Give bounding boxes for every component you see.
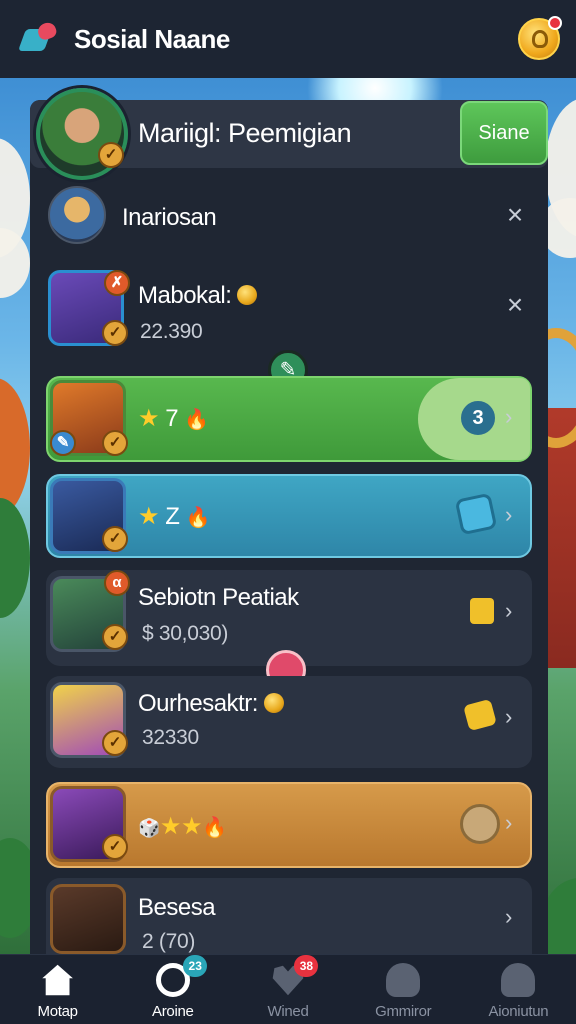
star-rating: ★ Z 🔥 [138,503,211,530]
flame-icon: 🔥 [201,817,227,839]
friend-name: Inariosan [122,204,217,231]
nav-item-wined[interactable]: 38 Wined [230,955,345,1024]
ticket-icon[interactable] [470,598,494,624]
dice-icon: 🎲 [138,818,160,838]
hint-coin-button[interactable] [518,16,562,60]
chevron-right-icon[interactable]: › [505,810,512,836]
app-title: Sosial Naane [74,23,230,54]
profile-name: Mariigl: Peemigian [138,118,352,148]
notification-dot [548,16,562,30]
level-badge-icon: ✓ [102,730,128,756]
profile-icon [501,963,536,997]
nav-label: Aioniutun [488,1003,549,1020]
star-icon: ★ [138,405,160,432]
home-icon [42,964,73,996]
star-rating: ★ 7 🔥 [138,405,209,432]
friend-score: $ 30,030) [142,622,229,645]
coin-icon [263,693,284,713]
nav-item-home[interactable]: Motap [0,955,115,1024]
close-icon[interactable]: × [500,200,530,230]
level-badge-icon: ✓ [102,320,128,346]
rank-badge-icon: α [104,570,130,596]
friend-score: 32330 [142,726,199,749]
chevron-right-icon[interactable]: › [505,904,512,930]
scissors-icon[interactable] [460,804,500,844]
top-bar: Sosial Naane [0,0,576,78]
chevron-right-icon[interactable]: › [505,704,512,730]
level-badge-icon: ✓ [102,430,128,456]
flame-icon: 🔥 [184,409,209,431]
bag-icon [386,963,421,997]
friend-score: 2 (70) [142,930,196,953]
notification-badge: 23 [183,955,208,977]
avatar[interactable] [48,186,106,244]
nav-label: Motap [37,1003,79,1020]
edit-small-icon: ✎ [50,430,76,456]
nav-item-gmmiror[interactable]: Gmmiror [346,955,461,1024]
level-badge-icon: ✓ [102,526,128,552]
star-rating: 🎲★★🔥 [138,812,227,841]
level-badge-icon: ✓ [102,624,128,650]
coin-icon [237,285,258,305]
level-badge-icon: ✓ [102,834,128,860]
badge-3-icon[interactable]: 3 [458,398,498,438]
friend-name: Ourhesaktr: [138,690,284,718]
chevron-right-icon[interactable]: › [505,598,512,624]
nav-label: Aroine [152,1003,194,1020]
star-icon: ★ [138,503,160,530]
star-icon: ★★ [159,813,203,840]
tiles-icon[interactable] [454,492,498,536]
app-logo-icon [17,19,60,59]
nav-label: Wined [267,1003,309,1020]
friend-name: Sebiotn Peatiak [138,584,299,611]
chevron-right-icon[interactable]: › [505,404,512,430]
avatar[interactable] [50,884,126,954]
nav-label: Gmmiror [375,1003,432,1020]
share-button[interactable]: Siane [460,101,548,165]
notification-badge: 38 [294,955,319,977]
chevron-right-icon[interactable]: › [505,502,512,528]
nav-item-timer[interactable]: 23 Aroine [115,955,230,1024]
nav-item-aioniutun[interactable]: Aioniutun [461,955,576,1024]
friend-score: 22.390 [140,320,203,343]
level-badge-icon: ✓ [98,142,124,168]
friend-name: Besesa [138,894,216,921]
close-icon[interactable]: × [500,290,530,320]
rank-badge-icon: ✗ [104,270,130,296]
bottom-nav: Motap 23 Aroine 38 Wined Gmmiror Aioniut… [0,954,576,1024]
flame-icon: 🔥 [185,507,211,529]
friend-name: Mabokal: [138,282,258,310]
